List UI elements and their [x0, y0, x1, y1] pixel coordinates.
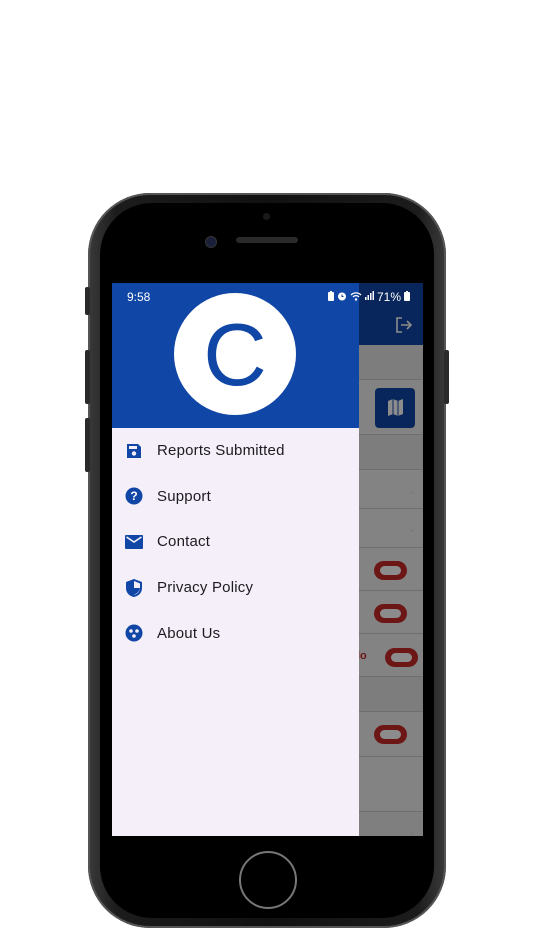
shield-icon: [125, 578, 143, 597]
front-camera: [205, 236, 217, 248]
volume-up-button: [85, 350, 90, 404]
status-time: 9:58: [127, 290, 151, 304]
group-icon: [125, 624, 143, 642]
navigation-drawer: 9:58 C Reports Submitted ? Support Conta…: [112, 283, 359, 836]
menu-item-label: Privacy Policy: [157, 579, 254, 597]
menu-item-label: Support: [157, 487, 211, 505]
menu-item-label: Contact: [157, 533, 211, 551]
status-icons: 71%: [328, 290, 411, 304]
menu-item-label: Reports Submitted: [157, 442, 285, 460]
menu-item-about-us[interactable]: About Us: [112, 610, 359, 656]
power-button: [444, 350, 449, 404]
save-icon: [125, 442, 143, 460]
menu-item-support[interactable]: ? Support: [112, 474, 359, 520]
menu-item-reports-submitted[interactable]: Reports Submitted: [112, 428, 359, 474]
menu-item-contact[interactable]: Contact: [112, 519, 359, 565]
signal-icon: [365, 291, 374, 303]
proximity-sensor: [263, 213, 270, 220]
help-icon: ?: [125, 487, 143, 505]
svg-text:?: ?: [130, 489, 137, 503]
earpiece-speaker: [236, 237, 298, 243]
screen: ⌄ ⌄ lo ⌄ 9:58 C Reports Submitted ? Supp…: [112, 283, 423, 836]
menu-item-privacy-policy[interactable]: Privacy Policy: [112, 565, 359, 611]
alarm-icon: [337, 291, 347, 304]
volume-down-button: [85, 418, 90, 472]
avatar: C: [174, 293, 296, 415]
drawer-menu: Reports Submitted ? Support Contact Priv…: [112, 428, 359, 656]
drawer-header: 9:58 C: [112, 283, 359, 428]
menu-item-label: About Us: [157, 624, 221, 642]
mute-switch: [85, 287, 90, 315]
home-button[interactable]: [239, 851, 297, 909]
wifi-icon: [350, 291, 362, 304]
battery-saver-icon: [328, 290, 334, 304]
battery-icon: [404, 290, 411, 304]
battery-level: 71%: [377, 290, 402, 304]
mail-icon: [125, 533, 143, 551]
